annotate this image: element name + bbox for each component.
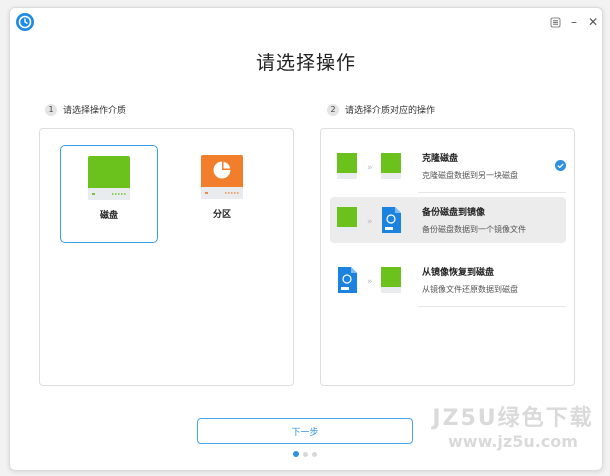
svg-text:»: » (367, 277, 373, 287)
divider (418, 192, 566, 193)
svg-text:»: » (367, 163, 373, 173)
disk-to-disk-icon: » (337, 153, 401, 179)
operation-description: 从镜像文件还原数据到磁盘 (422, 285, 518, 294)
app-window: – ✕ 请选择操作 1 请选择操作介质 2 请选择介质对应的操作 磁盘 分区 »… (9, 7, 603, 471)
svg-text:»: » (367, 217, 373, 227)
page-indicator (293, 451, 317, 457)
media-label-disk: 磁盘 (99, 211, 118, 221)
operation-restore-image-to-disk[interactable]: » 从镜像恢复到磁盘 从镜像文件还原数据到磁盘 (330, 257, 566, 307)
operation-section-text: 请选择介质对应的操作 (345, 106, 436, 116)
titlebar: – ✕ (10, 8, 602, 38)
media-section-label: 1 请选择操作介质 (45, 103, 126, 116)
page-title: 请选择操作 (255, 52, 356, 74)
operation-description: 克隆磁盘数据到另一块磁盘 (422, 171, 518, 180)
disk-to-image-icon: » (337, 207, 401, 233)
operation-panel: » 克隆磁盘 克隆磁盘数据到另一块磁盘 » 备份磁盘到镜像 备份磁盘数据到一个镜… (320, 128, 575, 386)
divider (418, 306, 566, 307)
watermark-text: JZ5U绿色下载 (432, 406, 594, 431)
operation-section-label: 2 请选择介质对应的操作 (327, 103, 435, 116)
step-number-1: 1 (45, 103, 57, 116)
disk-icon (88, 156, 130, 200)
media-card-partition[interactable]: 分区 (174, 145, 270, 241)
deepin-clone-logo-icon (16, 13, 34, 31)
selected-check-icon (555, 160, 566, 171)
step-number-2: 2 (327, 103, 339, 116)
operation-title: 克隆磁盘 (422, 154, 459, 164)
operation-text: 克隆磁盘 克隆磁盘数据到另一块磁盘 (422, 151, 518, 181)
operation-text: 从镜像恢复到磁盘 从镜像文件还原数据到磁盘 (422, 265, 518, 295)
partition-icon (201, 155, 243, 199)
operation-backup-disk-to-image[interactable]: » 备份磁盘到镜像 备份磁盘数据到一个镜像文件 (330, 197, 566, 243)
minimize-button[interactable]: – (567, 15, 581, 29)
page-dot (303, 451, 308, 457)
watermark: JZ5U绿色下载 www.jz5u.com (423, 400, 602, 451)
close-button[interactable]: ✕ (586, 15, 600, 29)
watermark-url: www.jz5u.com (448, 432, 578, 451)
media-card-disk[interactable]: 磁盘 (60, 145, 158, 243)
operation-title: 备份磁盘到镜像 (422, 208, 486, 218)
operation-description: 备份磁盘数据到一个镜像文件 (422, 225, 526, 234)
image-to-disk-icon: » (338, 267, 401, 293)
menu-icon (550, 17, 560, 27)
media-panel: 磁盘 分区 (39, 128, 294, 386)
operation-clone-disk[interactable]: » 克隆磁盘 克隆磁盘数据到另一块磁盘 (330, 143, 566, 193)
media-label-partition: 分区 (212, 210, 231, 220)
menu-button[interactable] (548, 15, 562, 29)
operation-text: 备份磁盘到镜像 备份磁盘数据到一个镜像文件 (422, 205, 526, 235)
operation-title: 从镜像恢复到磁盘 (422, 268, 495, 278)
media-section-text: 请选择操作介质 (63, 106, 127, 116)
page-dot-active (293, 451, 299, 457)
page-dot (312, 451, 317, 457)
next-step-button[interactable]: 下一步 (197, 418, 413, 444)
